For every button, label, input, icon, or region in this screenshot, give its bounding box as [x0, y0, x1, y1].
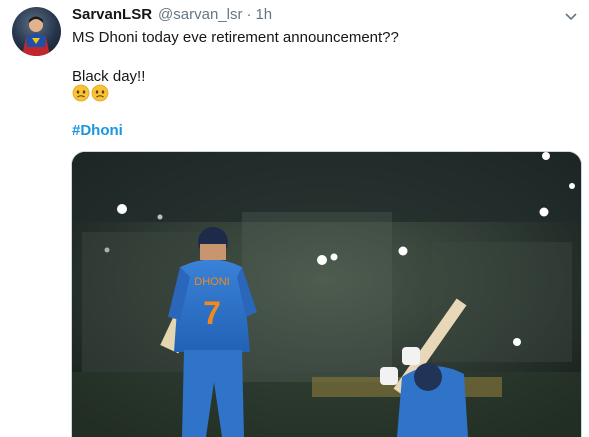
separator-dot: ·	[246, 6, 252, 23]
jersey-number: 7	[203, 295, 221, 331]
worried-face-emoji	[72, 84, 90, 102]
worried-face-emoji	[91, 84, 109, 102]
tweet-timestamp[interactable]: 1h	[255, 6, 272, 23]
display-name[interactable]: SarvanLSR	[72, 6, 152, 23]
cricket-photo: DHONI 7	[72, 152, 581, 437]
tweet-text-line-1: MS Dhoni today eve retirement announceme…	[72, 29, 399, 46]
emoji-row	[72, 84, 109, 102]
user-handle[interactable]: @sarvan_lsr	[158, 6, 242, 23]
avatar[interactable]	[12, 7, 61, 56]
hashtag-link[interactable]: #Dhoni	[72, 122, 123, 139]
tweet-header: SarvanLSR @sarvan_lsr · 1h	[72, 6, 272, 23]
tweet-media-image[interactable]: DHONI 7	[71, 151, 582, 437]
chevron-down-icon[interactable]	[563, 8, 579, 24]
jersey-name: DHONI	[194, 276, 229, 288]
